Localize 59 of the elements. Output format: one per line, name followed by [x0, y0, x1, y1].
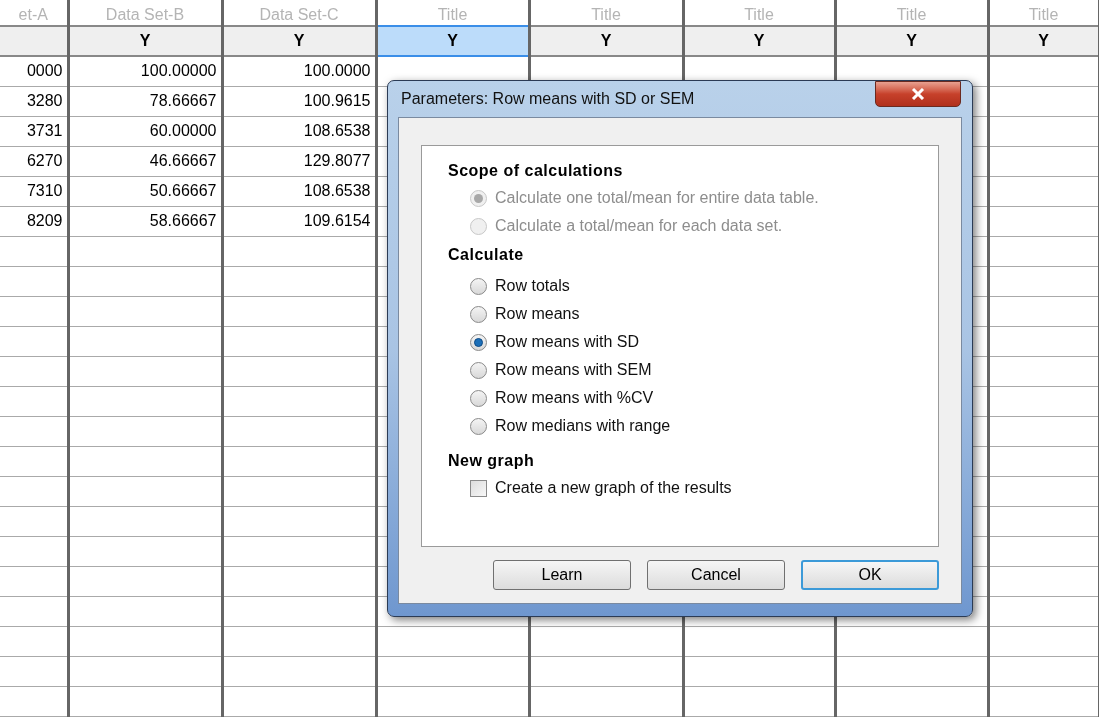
table-cell: 58.66667	[149, 212, 217, 229]
option-label: Row means with %CV	[495, 388, 654, 408]
table-cell: 100.9615	[303, 92, 371, 109]
column-header[interactable]: Y	[683, 26, 835, 56]
table-cell: 7310	[26, 182, 63, 199]
radio-button[interactable]	[470, 417, 487, 435]
dialog-button[interactable]: Cancel	[647, 560, 785, 590]
column-header[interactable]: Y	[529, 26, 683, 56]
table-cell: 100.00000	[140, 62, 217, 80]
option-label: Row medians with range	[495, 416, 671, 436]
option-label: Calculate a total/mean for each data set.	[495, 216, 783, 236]
table-cell: 0000	[26, 62, 63, 80]
table-cell: 129.8077	[303, 152, 371, 169]
checkbox-label: Create a new graph of the results	[495, 478, 732, 498]
section-heading: Scope of calculations	[448, 161, 624, 181]
table-cell: 6270	[26, 152, 63, 169]
column-header[interactable]: Y	[376, 26, 529, 56]
table-cell: 50.66667	[149, 182, 217, 199]
close-icon	[911, 88, 925, 100]
dialog-button[interactable]: OK	[801, 560, 939, 590]
column-title: Data Set-C	[259, 5, 339, 25]
column-header[interactable]: Y	[222, 26, 376, 56]
column-title: Title	[437, 5, 468, 25]
table-cell: 109.6154	[303, 212, 371, 229]
column-header[interactable]	[0, 26, 68, 56]
window-title: Parameters: Row means with SD or SEM	[401, 89, 695, 109]
column-header[interactable]: Y	[835, 26, 988, 56]
column-title: Data Set-B	[105, 5, 185, 25]
option-label: Row means	[495, 304, 580, 324]
section-heading: New graph	[448, 451, 536, 471]
radio-button[interactable]	[470, 277, 487, 295]
table-cell: 100.0000	[303, 62, 371, 80]
column-title: et-A	[18, 5, 48, 25]
radio-button[interactable]	[470, 305, 487, 323]
column-title: Title	[591, 5, 621, 25]
radio-button[interactable]	[470, 333, 487, 351]
table-cell: 60.00000	[149, 122, 217, 139]
table-cell: 108.6538	[303, 122, 371, 139]
column-title: Title	[896, 5, 927, 25]
table-cell: 78.66667	[149, 92, 217, 109]
section-heading: Calculate	[448, 245, 525, 265]
column-header[interactable]: Y	[68, 26, 222, 56]
table-cell: 46.66667	[149, 152, 217, 169]
close-button[interactable]	[875, 81, 961, 107]
table-cell: 3731	[26, 122, 63, 139]
table-cell: 3280	[26, 92, 63, 109]
dialog-button[interactable]: Learn	[493, 560, 631, 590]
radio-button[interactable]	[470, 389, 487, 407]
table-cell: 108.6538	[303, 182, 371, 199]
option-label: Row means with SD	[495, 332, 640, 352]
column-header[interactable]: Y	[988, 26, 1099, 56]
column-title: Title	[744, 5, 774, 25]
option-label: Row means with SEM	[495, 360, 652, 380]
table-cell: 8209	[26, 212, 63, 229]
option-label: Row totals	[495, 276, 570, 296]
checkbox[interactable]	[470, 479, 487, 497]
radio-button[interactable]	[470, 361, 487, 379]
option-label: Calculate one total/mean for entire data table.	[495, 188, 819, 208]
column-title: Title	[1028, 5, 1059, 25]
